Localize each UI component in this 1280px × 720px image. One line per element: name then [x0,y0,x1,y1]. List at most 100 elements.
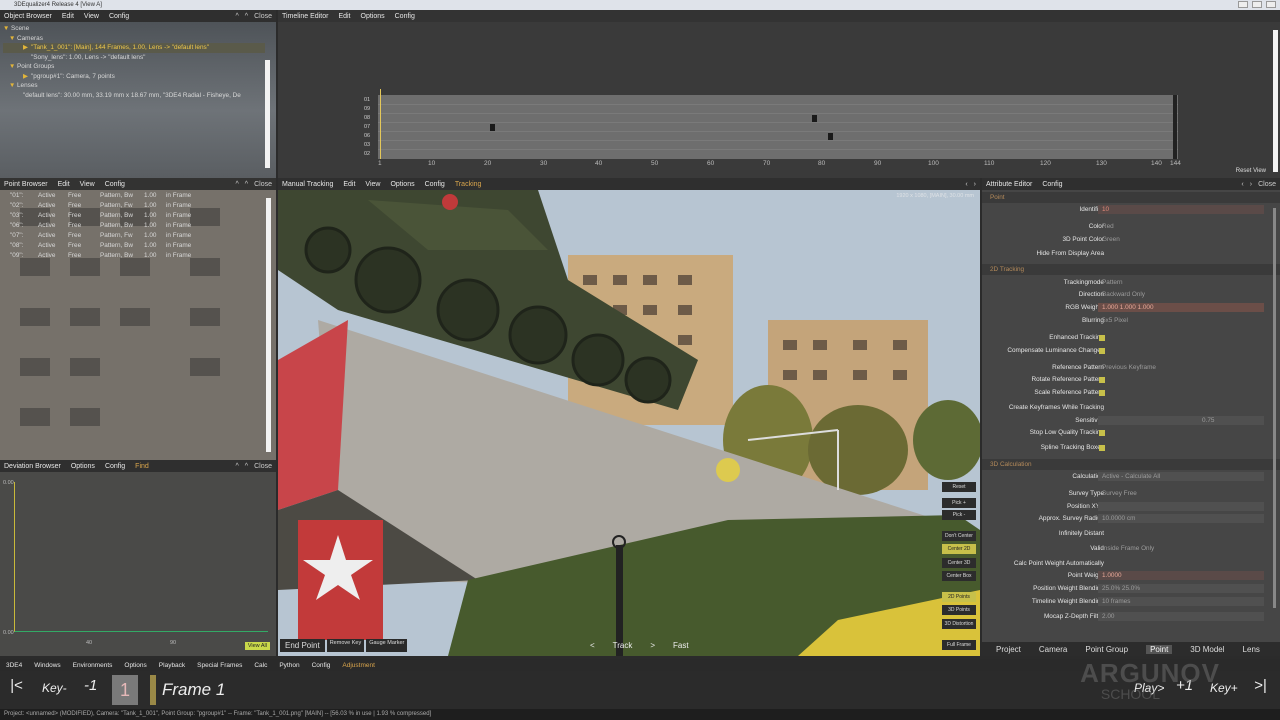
point-row[interactable]: "09": Active Free Pattern, Bw 1.00 in Frame [10,252,191,259]
center-box-button[interactable]: Center Box [942,571,976,581]
rotate-reference-checkbox[interactable] [1099,377,1105,383]
track-button[interactable]: Track [613,641,633,650]
survey-type-select[interactable]: Survey Free [1102,488,1137,500]
menu-view[interactable]: View [365,181,380,188]
frame-slider-handle[interactable] [150,675,156,705]
tab-lens[interactable]: Lens [1243,645,1260,654]
menu-options[interactable]: Options [390,181,414,188]
expand-arrow-icon[interactable]: ▼ [9,81,17,91]
collapse-button[interactable]: ^ [236,463,239,470]
key-prev-button[interactable]: Key- [42,681,67,695]
expand-arrow-icon[interactable]: ▶ [23,43,31,53]
tree-item[interactable]: ▶ "pgroup#1": Camera, 7 points [3,72,265,82]
spline-boxes-checkbox[interactable] [1099,445,1105,451]
end-point-button[interactable]: End Point [280,639,325,652]
point-row[interactable]: "01": Active Free Pattern, Bw 1.00 in Frame [10,192,191,199]
menu-view[interactable]: View [80,181,95,188]
menu-python[interactable]: Python [279,662,299,669]
reference-pattern-select[interactable]: Previous Keyframe [1102,362,1156,374]
3d-point-color-select[interactable]: Green [1102,234,1120,246]
2d-points-button[interactable]: 2D Points [942,592,976,602]
menu-environments[interactable]: Environments [73,662,113,669]
tree-item[interactable]: ▼ Point Groups [3,62,265,72]
expand-button[interactable]: ^ [245,181,248,188]
tab-3d-model[interactable]: 3D Model [1190,645,1224,654]
menu-3de4[interactable]: 3DE4 [6,662,22,669]
enhanced-tracking-checkbox[interactable] [1099,335,1105,341]
scrollbar[interactable] [266,198,271,452]
frame-number-field[interactable]: 1 [112,675,138,705]
expand-button[interactable]: ^ [245,13,248,20]
menu-edit[interactable]: Edit [338,13,350,20]
menu-config[interactable]: Config [425,181,445,188]
close-button[interactable]: Close [254,463,272,470]
menu-edit[interactable]: Edit [343,181,355,188]
menu-config[interactable]: Config [1042,181,1062,188]
menu-config[interactable]: Config [395,13,415,20]
direction-select[interactable]: Backward Only [1102,289,1145,301]
menu-view[interactable]: View [84,13,99,20]
tab-camera[interactable]: Camera [1039,645,1067,654]
expand-arrow-icon[interactable]: ▶ [23,72,31,82]
gauge-marker-button[interactable]: Gauge Marker [366,639,408,652]
point-row[interactable]: "08": Active Free Pattern, Bw 1.00 in Frame [10,242,191,249]
maximize-button[interactable] [1252,1,1262,8]
scale-reference-checkbox[interactable] [1099,390,1105,396]
tree-item-selected-camera[interactable]: ▶ "Tank_1_001": [Main], 144 Frames, 1.00,… [3,43,265,53]
expand-arrow-icon[interactable]: ▼ [9,34,17,44]
close-window-button[interactable] [1266,1,1276,8]
menu-options[interactable]: Options [124,662,146,669]
collapse-button[interactable]: ‹ [965,181,967,188]
pick-plus-button[interactable]: Pick + [942,498,976,508]
menu-config[interactable]: Config [105,463,125,470]
track-forward-button[interactable]: > [650,641,655,650]
remove-key-button[interactable]: Remove Key [326,639,365,652]
expand-button[interactable]: › [974,181,976,188]
point-row[interactable]: "07": Active Free Pattern, Fw 1.00 in Frame [10,232,191,239]
menu-find[interactable]: Find [135,463,149,470]
trackingmode-select[interactable]: Pattern [1102,277,1123,289]
view-all-button[interactable]: View All [244,642,270,650]
center-3d-button[interactable]: Center 3D [942,558,976,568]
expand-arrow-icon[interactable]: ▼ [9,62,17,72]
menu-config[interactable]: Config [312,662,331,669]
expand-button[interactable]: ^ [245,463,248,470]
identifier-value[interactable]: 10 [1102,204,1109,216]
sensitivity-slider[interactable] [1098,416,1264,425]
expand-button[interactable]: › [1250,181,1252,188]
tree-item[interactable]: ▼ Cameras [3,34,265,44]
current-frame-line[interactable] [380,89,381,159]
menu-options[interactable]: Options [361,13,385,20]
scrollbar[interactable] [1273,208,1276,608]
collapse-button[interactable]: ^ [236,181,239,188]
fast-button[interactable]: Fast [673,641,689,650]
tab-point-group[interactable]: Point Group [1085,645,1128,654]
tracking-viewport[interactable] [278,190,980,656]
point-row[interactable]: "02": Active Free Pattern, Fw 1.00 in Frame [10,202,191,209]
3d-points-button[interactable]: 3D Points [942,605,976,615]
tree-item[interactable]: ▼ Scene [3,24,265,34]
collapse-button[interactable]: ^ [236,13,239,20]
minus-one-button[interactable]: -1 [84,677,97,694]
color-select[interactable]: Red [1102,221,1114,233]
keyframe-marker[interactable] [812,115,817,122]
reset-button[interactable]: Reset [942,482,976,492]
scrollbar[interactable] [265,60,270,168]
scrollbar[interactable] [1273,30,1278,172]
keyframe-marker[interactable] [490,124,495,131]
menu-calc[interactable]: Calc [254,662,267,669]
track-backward-button[interactable]: < [590,641,595,650]
section-2d-tracking[interactable]: 2D Tracking [982,264,1280,275]
valid-select[interactable]: Inside Frame Only [1102,543,1154,555]
3d-distortion-button[interactable]: 3D Distortion [942,619,976,629]
keyframe-marker[interactable] [828,133,833,140]
tree-item[interactable]: "default lens": 30.00 mm, 33.19 mm x 18.… [3,91,265,101]
keyframe-marker[interactable] [1173,95,1177,159]
point-weight-field[interactable] [1098,571,1264,580]
tank-monument-footage[interactable] [278,190,980,656]
expand-arrow-icon[interactable]: ▼ [3,24,11,34]
tree-item[interactable]: ▼ Lenses [3,81,265,91]
point-row[interactable]: "06": Active Free Pattern, Bw 1.00 in Frame [10,222,191,229]
timeline-track-area[interactable] [378,89,1178,159]
stop-low-quality-checkbox[interactable] [1099,430,1105,436]
